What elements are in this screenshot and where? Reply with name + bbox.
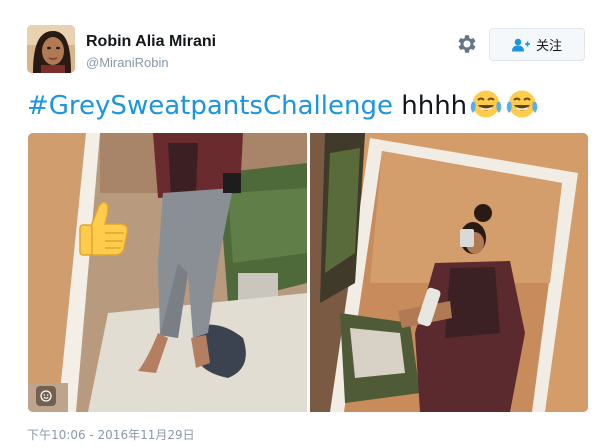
thumbs-up-icon [77,200,131,261]
sticker-badge-icon[interactable] [36,386,56,406]
face-with-tears-of-joy-icon [505,89,539,129]
user-handle[interactable]: @MiraniRobin [86,55,169,70]
hashtag-link[interactable]: #GreySweatpantsChallenge [27,91,393,121]
user-name[interactable]: Robin Alia Mirani [86,33,216,51]
gear-icon[interactable] [455,32,479,56]
add-user-icon [511,38,530,51]
follow-label: 关注 [535,38,562,53]
tweet-photo-right[interactable] [310,133,588,412]
avatar[interactable] [27,25,75,73]
tweet-photo-left[interactable] [28,133,307,412]
follow-button[interactable]: 关注 [489,28,585,61]
tweet-text: #GreySweatpantsChallenge hhhh [27,88,539,129]
tweet-body-text: hhhh [392,91,468,121]
face-with-tears-of-joy-icon [469,89,503,129]
avatar-image [27,25,75,73]
tweet-timestamp[interactable]: 下午10:06 - 2016年11月29日 [27,426,195,443]
